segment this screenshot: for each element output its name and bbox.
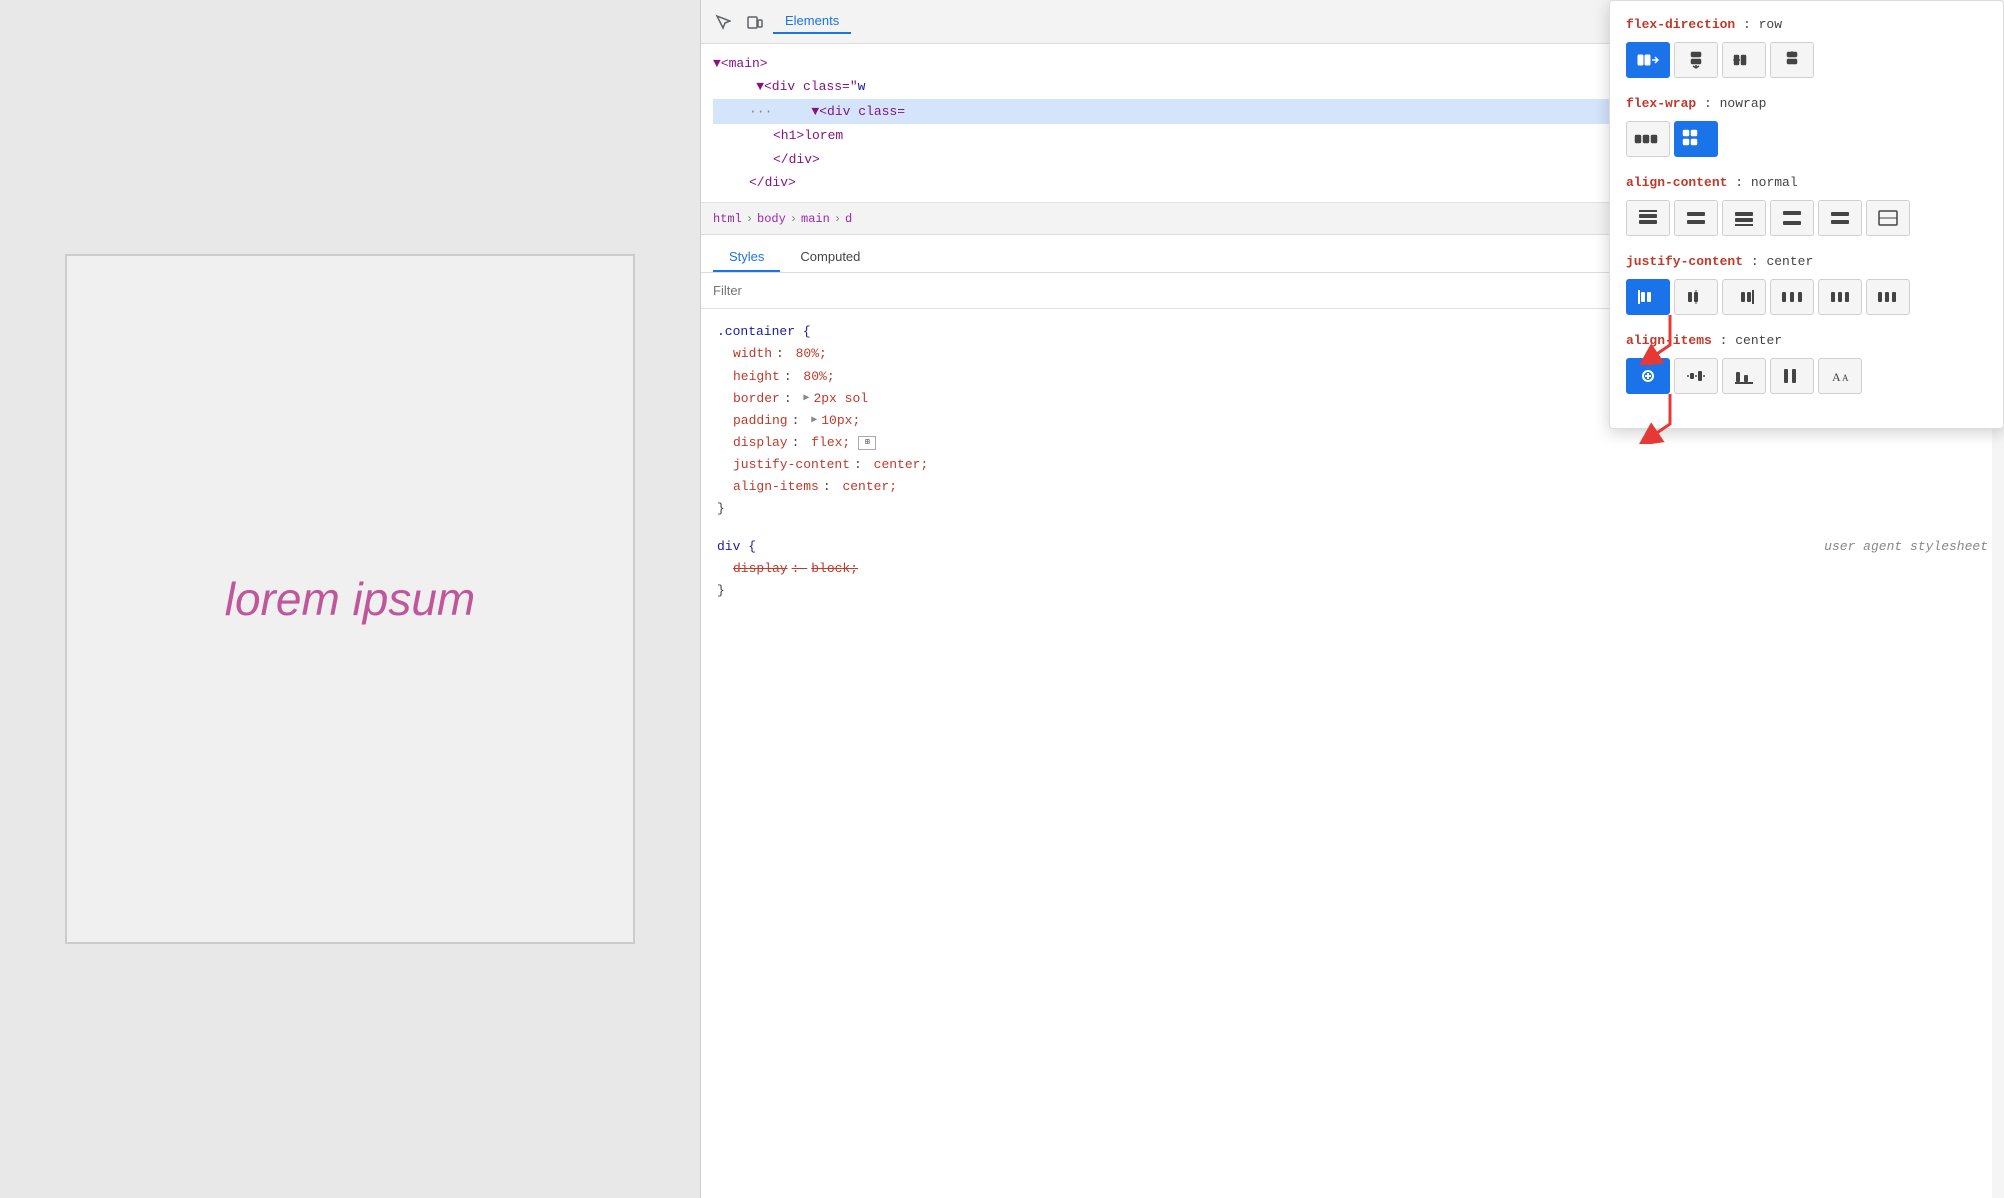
align-content-start-btn[interactable] [1626,200,1670,236]
breadcrumb-html[interactable]: html [713,212,742,226]
prop-align-items: align-items : center; [733,476,1988,498]
svg-text:A: A [1842,373,1849,383]
justify-content-space-evenly-btn[interactable] [1866,279,1910,315]
breadcrumb-main[interactable]: main [801,212,830,226]
align-content-label: align-content : normal [1626,175,1987,190]
align-content-stretch-btn[interactable] [1866,200,1910,236]
align-items-center-btn[interactable] [1674,358,1718,394]
flex-wrap-label: flex-wrap : nowrap [1626,96,1987,111]
align-items-buttons: A A [1626,358,1987,394]
devtools-panel: Elements ▼<main> ▼<div class="w ··· ▼<di… [700,0,2004,1198]
device-toolbar-icon[interactable] [741,8,769,36]
justify-content-space-around-btn[interactable] [1818,279,1862,315]
flex-wrap-buttons [1626,121,1987,157]
justify-content-center-btn[interactable] [1674,279,1718,315]
flex-dir-col-reverse-btn[interactable] [1770,42,1814,78]
align-content-space-around-btn[interactable] [1818,200,1862,236]
inspect-icon[interactable] [709,8,737,36]
justify-content-buttons [1626,279,1987,315]
flex-editor-popup: flex-direction : row [1609,0,2004,429]
breadcrumb-body[interactable]: body [757,212,786,226]
justify-content-start-btn[interactable] [1626,279,1670,315]
align-items-end-btn[interactable] [1722,358,1766,394]
align-content-end-btn[interactable] [1722,200,1766,236]
tab-computed[interactable]: Computed [784,243,876,272]
breadcrumb-div[interactable]: d [845,212,852,226]
flex-grid-icon[interactable]: ⊞ [858,436,876,450]
closing-brace: } [717,498,1988,520]
flex-wrap-wrap-btn[interactable] [1674,121,1718,157]
flex-direction-buttons [1626,42,1987,78]
css-rules: .container { width : 80%; height : 80%; [701,309,2004,1198]
align-content-center-btn[interactable] [1674,200,1718,236]
justify-content-label: justify-content : center [1626,254,1987,269]
align-content-buttons [1626,200,1987,236]
align-content-section: align-content : normal [1626,175,1987,236]
align-content-space-between-btn[interactable] [1770,200,1814,236]
flex-dir-column-btn[interactable] [1674,42,1718,78]
justify-content-end-btn[interactable] [1722,279,1766,315]
align-items-label: align-items : center [1626,333,1987,348]
flex-direction-label: flex-direction : row [1626,17,1987,32]
preview-text: lorem ipsum [225,572,476,626]
preview-container: lorem ipsum [65,254,635,944]
prop-justify-content: justify-content : center; [733,454,1988,476]
flex-dir-row-btn[interactable] [1626,42,1670,78]
flex-dir-row-reverse-btn[interactable] [1722,42,1766,78]
elements-tab[interactable]: Elements [773,9,851,34]
align-items-stretch-btn[interactable] [1770,358,1814,394]
svg-text:A: A [1832,370,1841,384]
ua-stylesheet-label: user agent stylesheet [1824,536,1988,558]
browser-preview: lorem ipsum [0,0,700,1198]
flex-wrap-section: flex-wrap : nowrap [1626,96,1987,157]
flex-direction-section: flex-direction : row [1626,17,1987,78]
justify-content-space-between-btn[interactable] [1770,279,1814,315]
flex-wrap-nowrap-btn[interactable] [1626,121,1670,157]
prop-display-block: display : block; [733,558,1988,580]
justify-content-section: justify-content : center [1626,254,1987,315]
prop-display: display : flex; ⊞ [733,432,1988,454]
align-items-start-btn[interactable] [1626,358,1670,394]
align-items-baseline-btn[interactable]: A A [1818,358,1862,394]
div-rule: div { user agent stylesheet display : bl… [717,536,1988,602]
align-items-section: align-items : center [1626,333,1987,394]
tab-styles[interactable]: Styles [713,243,780,272]
